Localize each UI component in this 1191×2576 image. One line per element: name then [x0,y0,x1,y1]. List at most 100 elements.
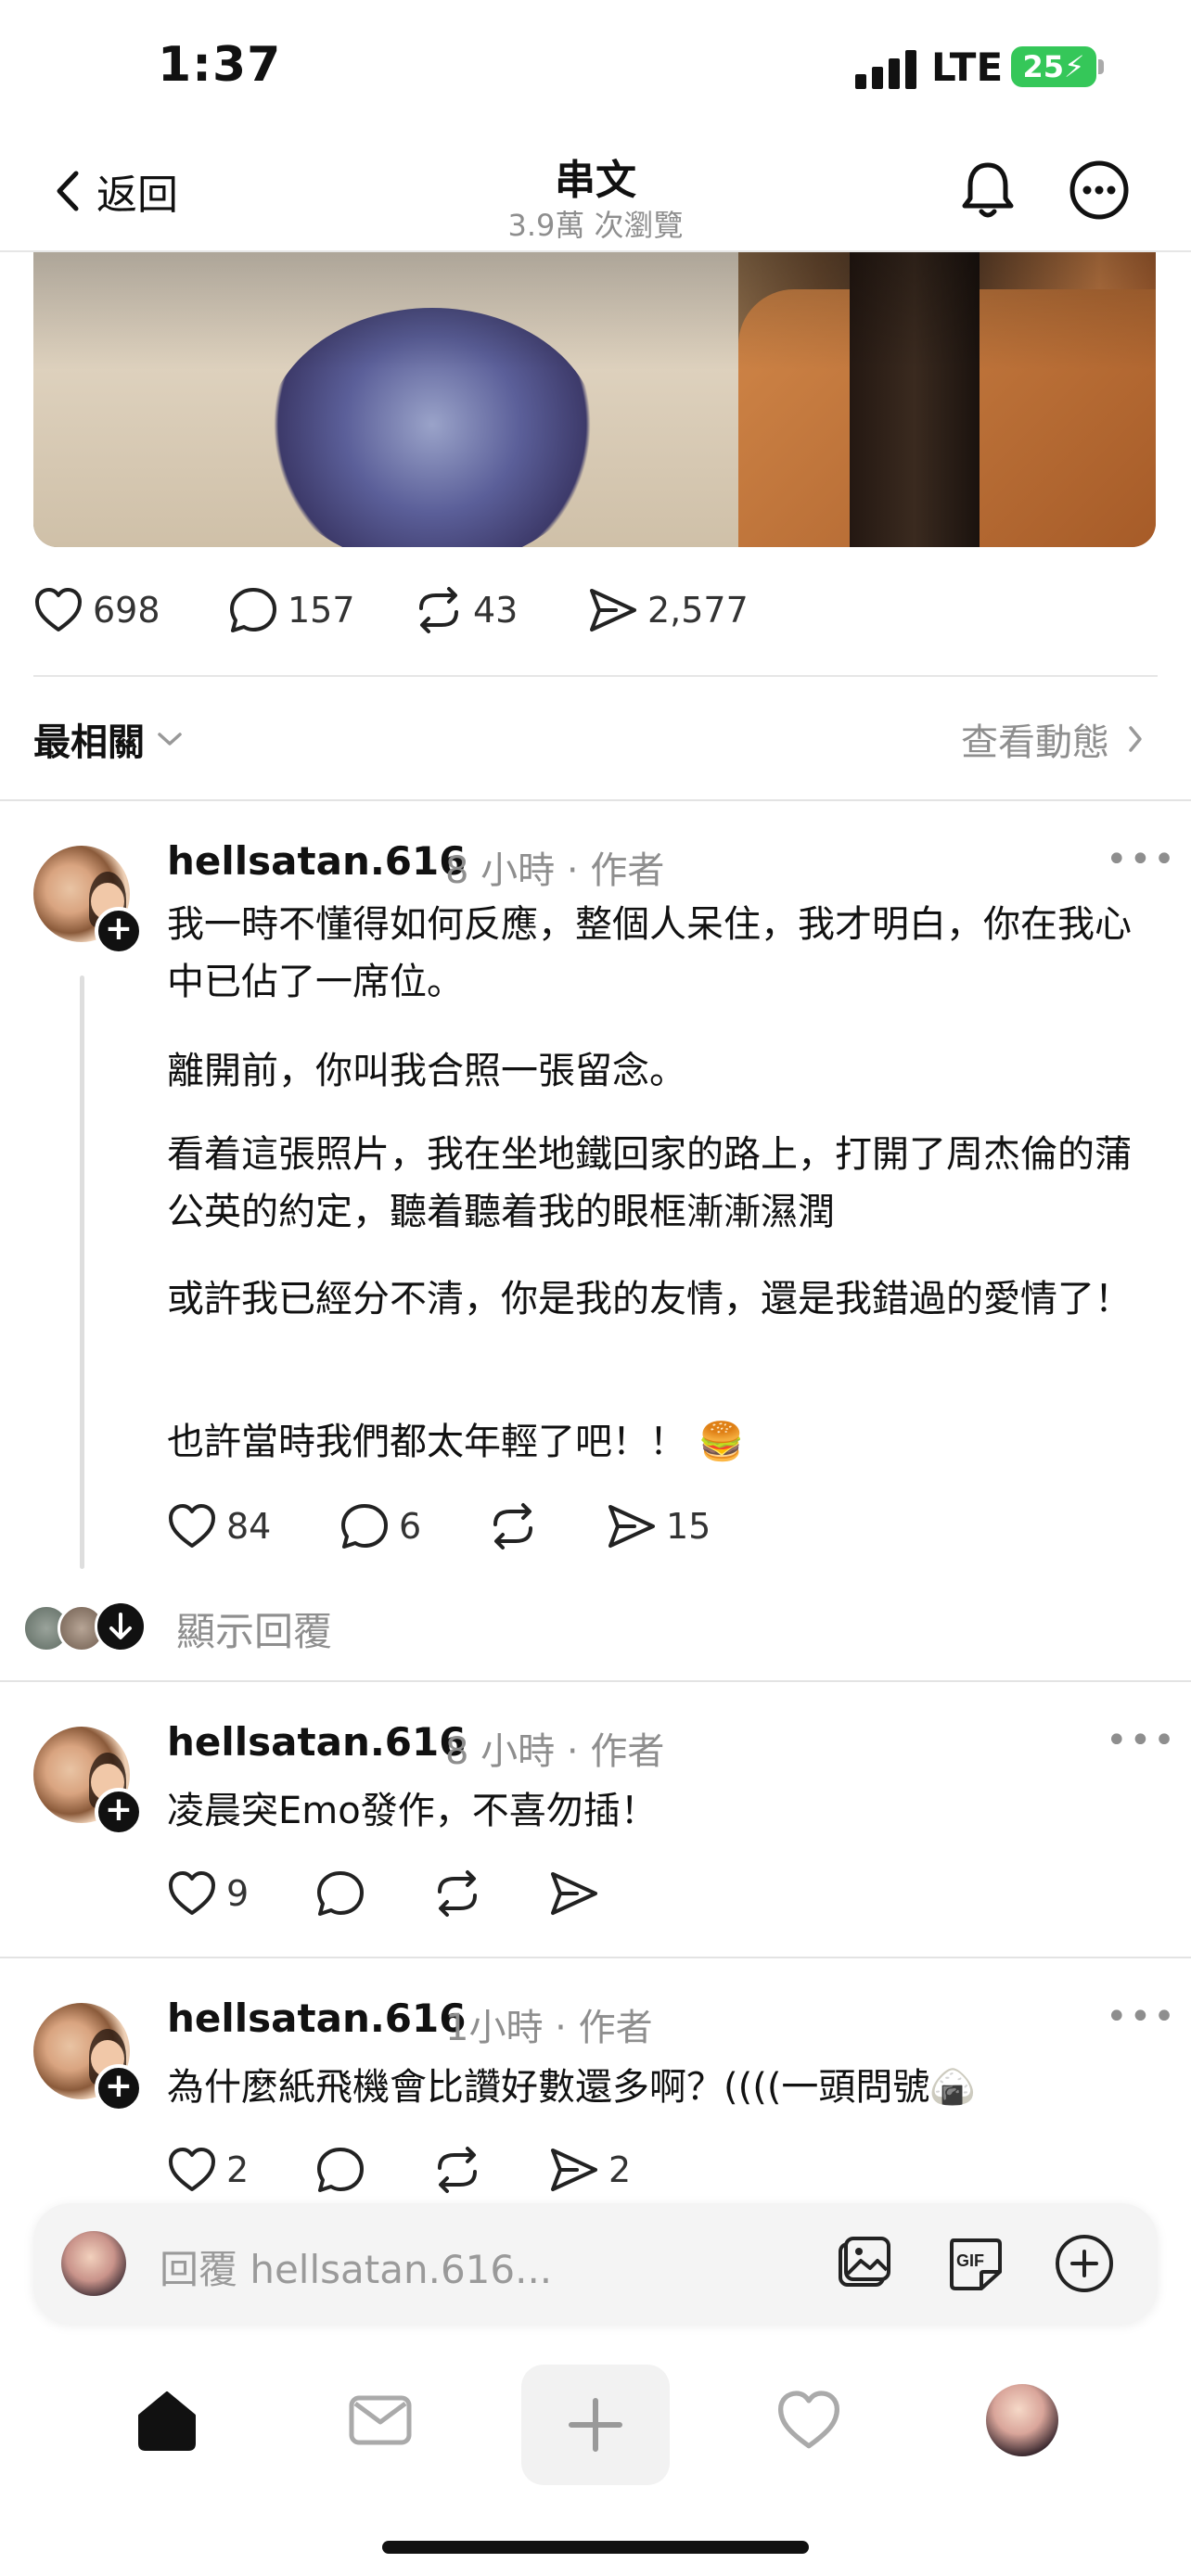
reply-input[interactable]: 回覆 hellsatan.616... [160,2238,552,2295]
share-icon [551,1872,597,1915]
plus-icon [569,2398,622,2452]
share-button[interactable] [549,1870,599,1917]
avatar [61,2231,126,2296]
post-image[interactable] [33,252,1156,547]
like-button[interactable]: 9 [167,1870,315,1917]
more-options-icon[interactable]: ••• [1106,838,1177,881]
heart-icon [169,1871,215,1915]
battery-tip [1098,59,1104,74]
signal-icon [855,46,920,89]
repost-button[interactable] [488,1502,607,1550]
tab-bar [0,2355,1191,2494]
heart-icon [169,1504,215,1548]
post-repost-button[interactable]: 43 [414,586,588,634]
comment-icon [317,1871,364,1916]
inbox-icon [349,2395,412,2445]
follow-button[interactable]: + [95,2064,143,2112]
plus-circle-icon[interactable] [1052,2231,1117,2296]
nav-bar: 返回 串文 3.9萬 次瀏覽 [0,139,1191,252]
arrow-down-icon[interactable] [95,1600,147,1652]
post-like-count: 698 [93,590,160,631]
tab-create[interactable] [521,2365,670,2485]
post-share-button[interactable]: 2,577 [588,587,749,633]
repost-icon [438,2147,477,2193]
comment-role: 作者 [578,2007,653,2049]
tab-activity[interactable] [753,2365,864,2476]
comment-text: 凌晨突Emo發作，不喜勿插！ [167,1790,658,1832]
share-icon [608,1505,655,1548]
share-button[interactable]: 2 [549,2147,631,2193]
follow-button[interactable]: + [95,907,143,955]
heart-icon [778,2391,839,2449]
view-activity-link[interactable]: 查看動態 [961,712,1145,766]
activity-label: 查看動態 [961,721,1109,764]
comment-role: 作者 [590,1730,665,1773]
tab-profile[interactable] [967,2365,1078,2476]
comment-time: 8 小時 [445,849,556,892]
tab-home[interactable] [111,2365,223,2476]
comment-time: 8 小時 [445,1730,556,1773]
battery-level: 25 [1022,49,1065,84]
sort-label: 最相關 [33,721,145,764]
share-button[interactable]: 15 [607,1503,711,1549]
heart-icon [169,2148,215,2191]
comment-meta: 8 小時 · 作者 [445,1730,665,1773]
like-count: 2 [226,2149,250,2190]
like-button[interactable]: 84 [167,1503,339,1549]
share-count: 2 [608,2149,632,2190]
comment-button[interactable]: 6 [339,1502,488,1550]
post-actions: 698 157 43 2,577 [33,586,749,634]
comment-role: 作者 [590,849,665,892]
post-like-button[interactable]: 698 [33,587,228,633]
svg-text:GIF: GIF [956,2251,984,2270]
status-time: 1:37 [158,37,282,93]
comment-username[interactable]: hellsatan.616 [167,1719,466,1765]
comment-count: 6 [399,1506,422,1547]
comment-time: 1小時 [445,2007,544,2049]
post-comment-button[interactable]: 157 [228,586,414,634]
share-count: 15 [666,1506,711,1547]
more-circle-icon[interactable] [1067,158,1132,223]
post-repost-count: 43 [473,590,519,631]
comment-icon [230,588,276,632]
post-comment-count: 157 [288,590,355,631]
home-indicator [382,2541,809,2554]
reply-composer[interactable]: 回覆 hellsatan.616... GIF [33,2203,1158,2324]
status-bar: 1:37 LTE 25⚡ [0,0,1191,139]
home-icon [138,2391,196,2451]
like-count: 9 [226,1873,250,1914]
comment-icon [317,2148,364,2192]
like-button[interactable]: 2 [167,2147,315,2193]
divider [0,1957,1191,1958]
comment-button[interactable] [315,1869,432,1918]
share-icon [590,589,636,631]
gif-icon[interactable]: GIF [942,2231,1007,2296]
repost-icon [493,1503,532,1549]
comment-paragraph: 看着這張照片，我在坐地鐵回家的路上，打開了周杰倫的蒲公英的約定，聽着聽着我的眼框… [167,1133,1132,1233]
comment-username[interactable]: hellsatan.616 [167,838,466,884]
sort-dropdown[interactable]: 最相關 [33,712,184,766]
comment-button[interactable] [315,2146,432,2194]
comment-paragraph: 我一時不懂得如何反應，整個人呆住，我才明白，你在我心中已佔了一席位。 [167,903,1132,1003]
post-share-count: 2,577 [647,590,749,631]
tab-inbox[interactable] [325,2365,436,2476]
follow-button[interactable]: + [95,1788,143,1836]
bell-icon[interactable] [955,158,1020,223]
more-options-icon[interactable]: ••• [1106,1719,1177,1762]
comment-meta: 1小時 · 作者 [445,2007,653,2049]
comment-paragraph: 或許我已經分不清，你是我的友情，還是我錯過的愛情了！ [167,1278,1132,1320]
battery-icon: 25⚡ [1011,46,1096,87]
heart-icon [35,588,82,631]
comment-paragraph: 離開前，你叫我合照一張留念。 [167,1050,686,1092]
comment-username[interactable]: hellsatan.616 [167,1996,466,2041]
repost-button[interactable] [432,1869,549,1918]
image-icon[interactable] [831,2231,896,2296]
repost-button[interactable] [432,2146,549,2194]
share-icon [551,2149,597,2191]
comment-text: 為什麼紙飛機會比讚好數還多啊？((((一頭問號🍙 [167,2066,977,2109]
show-replies-link[interactable]: 顯示回覆 [176,1600,332,1657]
comment-icon [341,1504,388,1549]
divider [0,799,1191,801]
more-options-icon[interactable]: ••• [1106,1996,1177,2038]
divider [0,1680,1191,1682]
